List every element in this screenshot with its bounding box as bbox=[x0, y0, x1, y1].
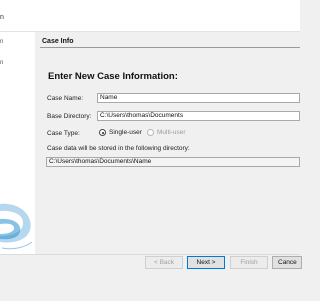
single-user-radio[interactable]: Single-user bbox=[99, 129, 142, 136]
main-panel: Case Info Enter New Case Information: Ca… bbox=[36, 32, 300, 254]
radio-selected-icon bbox=[99, 129, 106, 136]
base-directory-field[interactable]: C:\Users\thomas\Documents bbox=[97, 111, 300, 121]
base-directory-label: Base Directory: bbox=[47, 113, 92, 120]
case-type-label: Case Type: bbox=[47, 130, 80, 137]
title-bar: n bbox=[0, 0, 300, 32]
single-user-label: Single-user bbox=[109, 129, 142, 136]
logo-swirl-icon bbox=[0, 203, 33, 250]
multi-user-label: Multi-user bbox=[157, 129, 186, 136]
radio-unselected-icon bbox=[147, 129, 154, 136]
step-item: n bbox=[0, 60, 4, 66]
storage-note: Case data will be stored in the followin… bbox=[47, 145, 190, 152]
multi-user-radio: Multi-user bbox=[147, 129, 186, 136]
step-item: n bbox=[0, 39, 4, 45]
cancel-button[interactable]: Cance bbox=[272, 256, 302, 269]
next-button[interactable]: Next > bbox=[187, 256, 225, 269]
storage-path-field: C:\Users\thomas\Documents\Name bbox=[46, 157, 300, 167]
section-divider bbox=[40, 47, 300, 48]
section-title: Case Info bbox=[42, 38, 74, 45]
case-name-field[interactable]: Name bbox=[97, 93, 300, 103]
window-title: n bbox=[0, 14, 4, 21]
form-heading: Enter New Case Information: bbox=[48, 71, 178, 82]
case-name-label: Case Name: bbox=[47, 95, 84, 102]
steps-panel: n n bbox=[0, 32, 35, 254]
finish-button[interactable]: Finish bbox=[230, 256, 268, 269]
back-button[interactable]: < Back bbox=[145, 256, 183, 269]
